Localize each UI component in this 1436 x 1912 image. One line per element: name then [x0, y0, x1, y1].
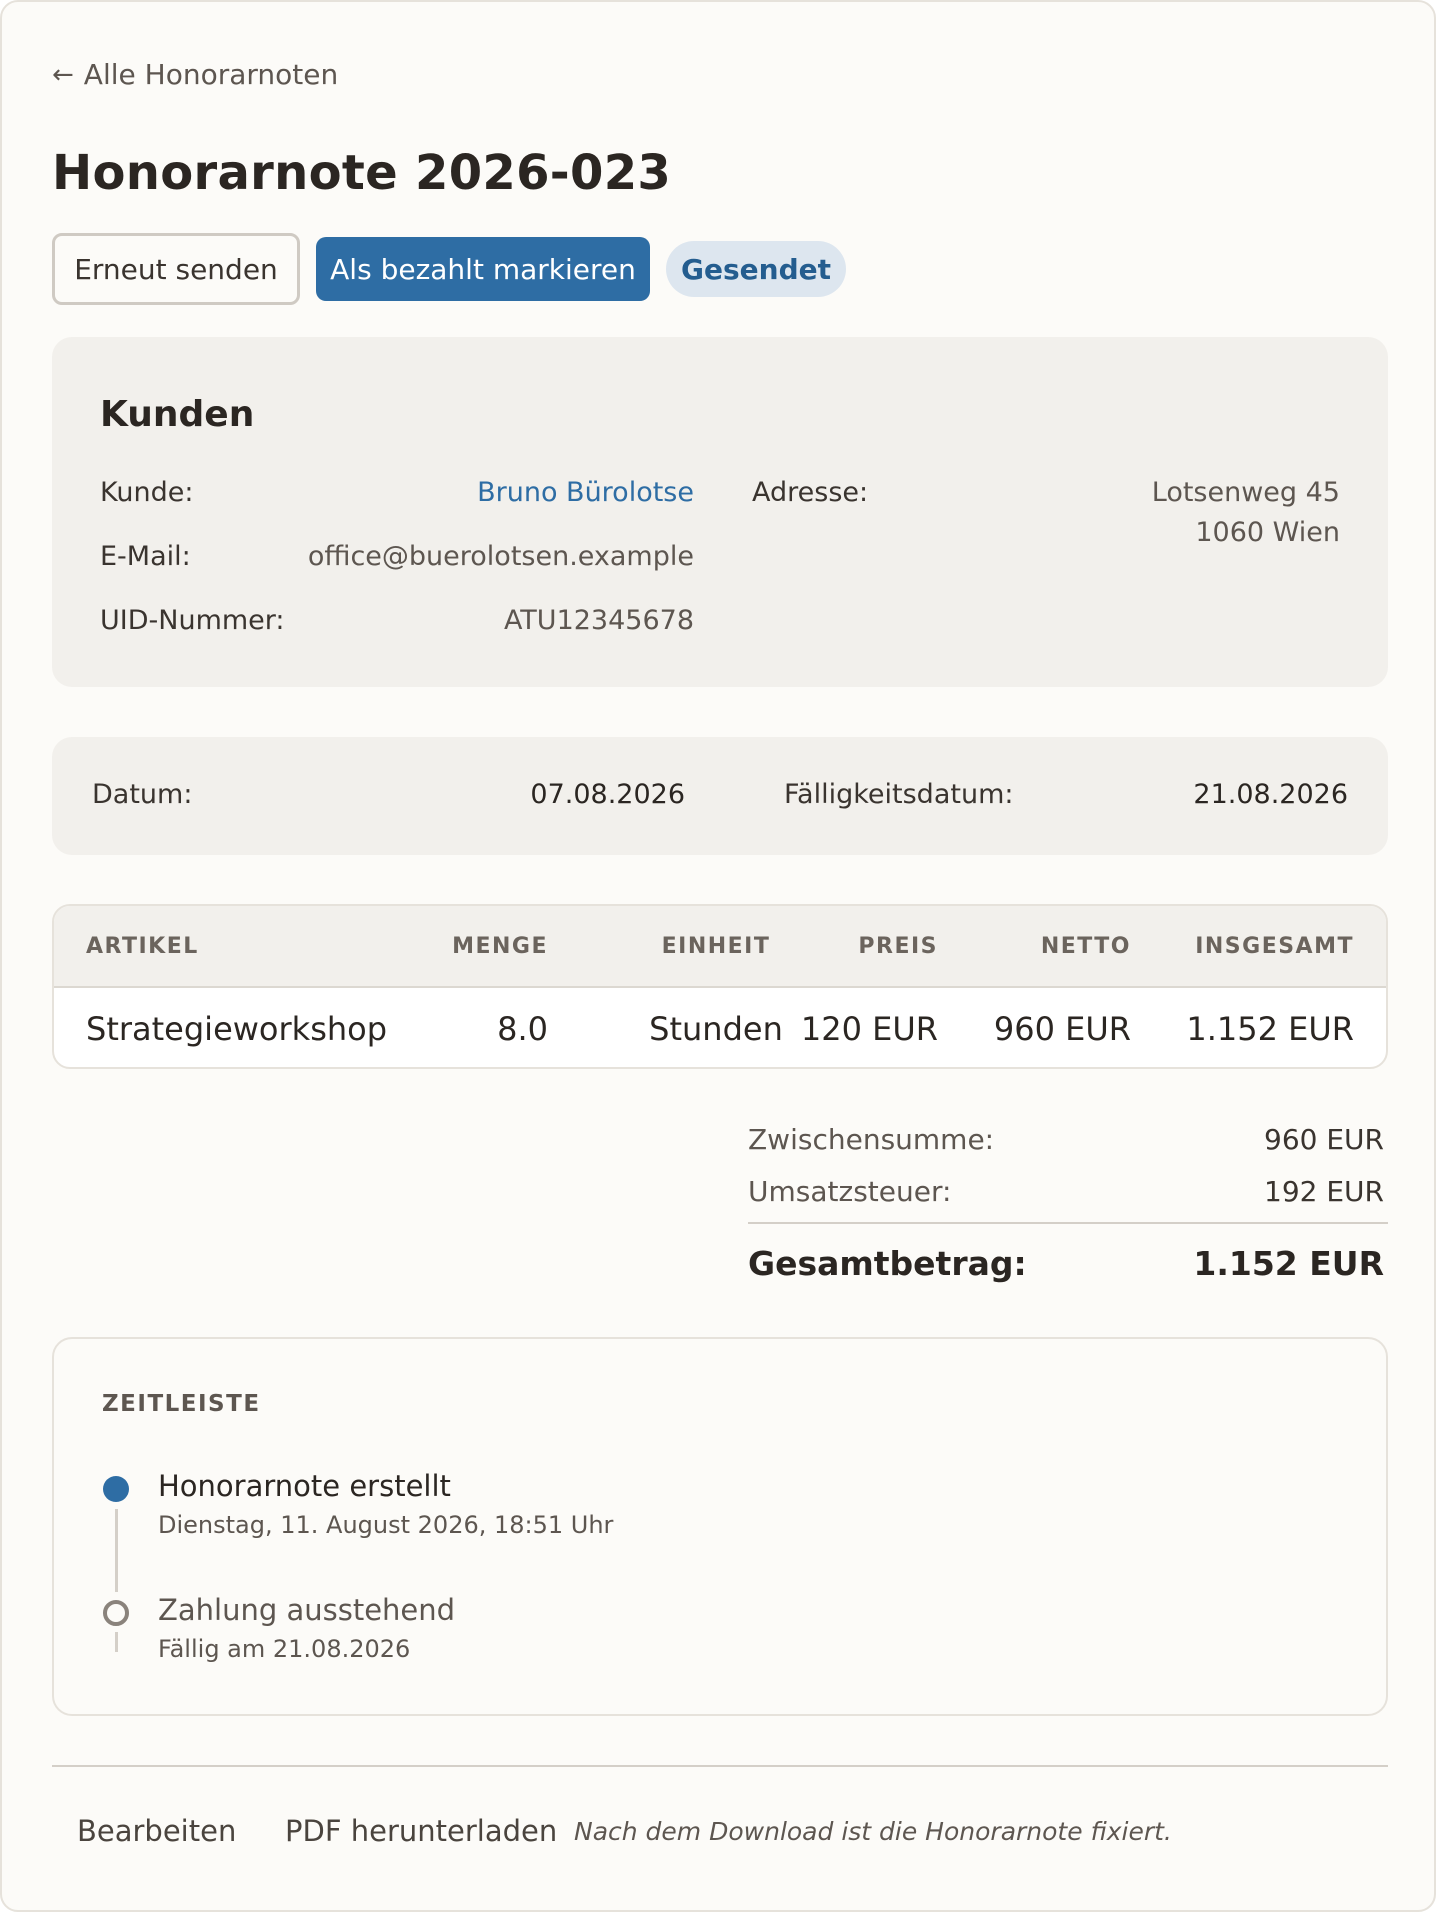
action-bar: Erneut senden Als bezahlt markieren Gese…: [52, 233, 846, 305]
cell-insgesamt: 1.152 EUR: [1186, 1010, 1354, 1048]
email-label: E-Mail:: [100, 541, 191, 572]
mark-paid-button[interactable]: Als bezahlt markieren: [316, 237, 650, 301]
timeline-connector: [115, 1632, 118, 1652]
timeline-panel: ZEITLEISTE Honorarnote erstellt Dienstag…: [52, 1337, 1388, 1716]
download-pdf-link[interactable]: PDF herunterladen: [285, 1814, 557, 1848]
cell-menge: 8.0: [497, 1010, 548, 1048]
address-label: Adresse:: [752, 477, 869, 508]
customer-name-link[interactable]: Bruno Bürolotse: [477, 477, 694, 508]
timeline-dot-done-icon: [103, 1476, 129, 1502]
email-value: office@buerolotsen.example: [307, 541, 694, 572]
due-date-label: Fälligkeitsdatum:: [784, 779, 1014, 810]
subtotal-value: 960 EUR: [1264, 1123, 1384, 1156]
due-date-value: 21.08.2026: [1193, 779, 1348, 810]
arrow-left-icon: ←: [52, 59, 74, 90]
subtotal-label: Zwischensumme:: [748, 1123, 995, 1156]
timeline-title: ZEITLEISTE: [102, 1391, 261, 1417]
invoice-card: ← Alle Honorarnoten Honorarnote 2026-023…: [0, 0, 1436, 1912]
table-header: ARTIKEL MENGE EINHEIT PREIS NETTO INSGES…: [54, 906, 1386, 988]
column-header-artikel: ARTIKEL: [86, 934, 199, 959]
back-link[interactable]: ← Alle Honorarnoten: [52, 58, 338, 91]
grand-total-label: Gesamtbetrag:: [748, 1244, 1027, 1283]
resend-button[interactable]: Erneut senden: [52, 233, 300, 305]
uid-label: UID-Nummer:: [100, 605, 285, 636]
date-label: Datum:: [92, 779, 193, 810]
timeline-event-title: Zahlung ausstehend: [158, 1593, 456, 1627]
cell-einheit: Stunden: [649, 1010, 783, 1048]
column-header-menge: MENGE: [452, 934, 548, 959]
address-line2: 1060 Wien: [1195, 517, 1340, 548]
timeline-event-title: Honorarnote erstellt: [158, 1469, 451, 1503]
edit-link[interactable]: Bearbeiten: [77, 1814, 236, 1848]
timeline-event-subtitle: Dienstag, 11. August 2026, 18:51 Uhr: [158, 1511, 614, 1539]
column-header-einheit: EINHEIT: [661, 934, 771, 959]
date-value: 07.08.2026: [530, 779, 685, 810]
column-header-netto: NETTO: [1040, 934, 1131, 959]
tax-label: Umsatzsteuer:: [748, 1175, 952, 1208]
customer-heading: Kunden: [100, 394, 255, 435]
dates-panel: Datum: 07.08.2026 Fälligkeitsdatum: 21.0…: [52, 737, 1388, 855]
page-title: Honorarnote 2026-023: [52, 145, 672, 201]
timeline-dot-pending-icon: [103, 1600, 129, 1626]
customer-label: Kunde:: [100, 477, 194, 508]
column-header-insgesamt: INSGESAMT: [1195, 934, 1354, 959]
cell-artikel: Strategieworkshop: [86, 1010, 388, 1048]
totals-divider: [748, 1222, 1388, 1224]
address-line1: Lotsenweg 45: [1151, 477, 1340, 508]
line-items-table: ARTIKEL MENGE EINHEIT PREIS NETTO INSGES…: [52, 904, 1388, 1069]
cell-preis: 120 EUR: [800, 1010, 938, 1048]
cell-netto: 960 EUR: [993, 1010, 1131, 1048]
back-link-label: Alle Honorarnoten: [83, 58, 339, 91]
timeline-event-subtitle: Fällig am 21.08.2026: [158, 1635, 411, 1663]
status-badge: Gesendet: [666, 241, 846, 297]
column-header-preis: PREIS: [858, 934, 938, 959]
download-note: Nach dem Download ist die Honorarnote fi…: [574, 1817, 1172, 1846]
grand-total-value: 1.152 EUR: [1193, 1244, 1384, 1283]
customer-panel: Kunden Kunde: Bruno Bürolotse E-Mail: of…: [52, 337, 1388, 687]
uid-value: ATU12345678: [503, 605, 694, 636]
tax-value: 192 EUR: [1264, 1175, 1384, 1208]
footer-divider: [52, 1765, 1388, 1767]
timeline-connector: [115, 1509, 118, 1592]
